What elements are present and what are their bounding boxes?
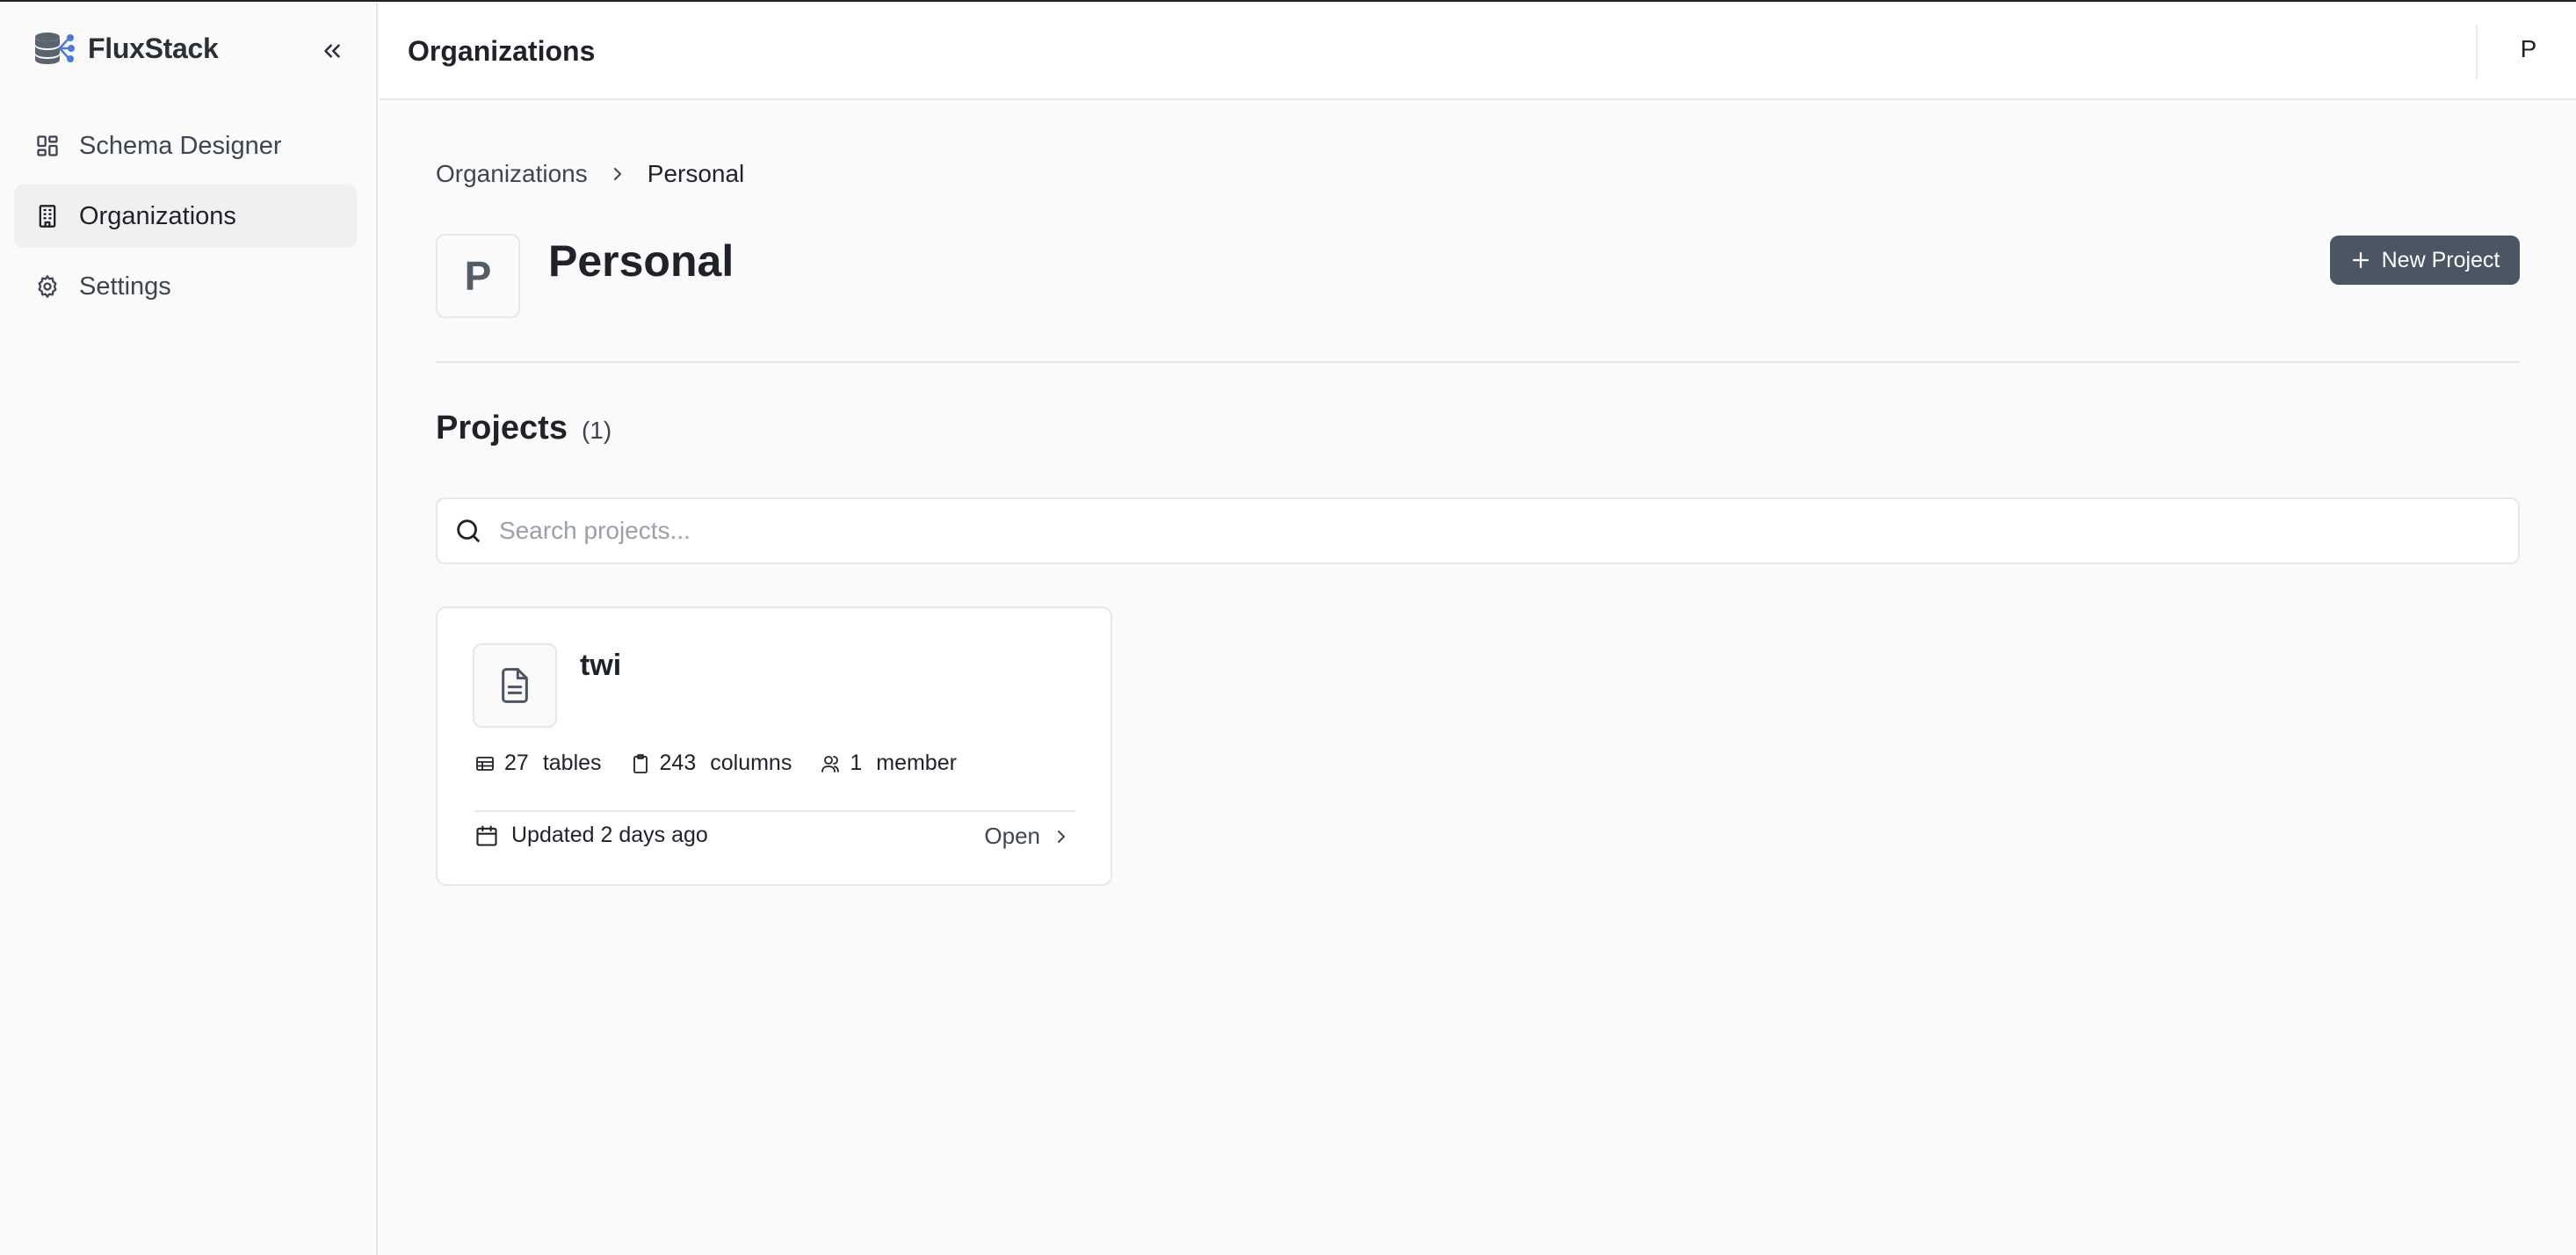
projects-count: (1) <box>581 417 612 444</box>
sidebar-item-label: Organizations <box>79 201 236 230</box>
app-window: FluxStack Schema Designer Organizations … <box>0 0 2576 1255</box>
top-header: Organizations P <box>380 2 2576 100</box>
tables-stat: 27 tables <box>474 751 602 776</box>
gear-icon <box>38 275 57 298</box>
brand-logo[interactable]: FluxStack <box>32 30 219 67</box>
new-project-button[interactable]: New Project <box>2330 236 2520 285</box>
open-label: Open <box>984 823 1040 849</box>
calendar-icon <box>476 824 497 846</box>
columns-label: columns <box>710 751 792 775</box>
tables-label: tables <box>542 751 602 775</box>
tables-count: 27 <box>504 751 529 775</box>
layout-grid-icon <box>37 135 58 156</box>
chevron-right-icon <box>613 168 621 180</box>
file-text-icon <box>502 668 528 703</box>
plus-icon <box>2352 251 2369 269</box>
sidebar-item-settings[interactable]: Settings <box>14 255 357 318</box>
section-divider <box>436 361 2520 363</box>
table-icon <box>476 756 494 771</box>
org-avatar: P <box>436 234 520 318</box>
database-logo-icon <box>35 33 75 64</box>
sidebar-item-schema-designer[interactable]: Schema Designer <box>14 114 357 178</box>
page-title: Personal <box>548 236 734 286</box>
open-project-link[interactable]: Open <box>984 823 1072 850</box>
brand-name: FluxStack <box>88 32 219 64</box>
new-project-label: New Project <box>2381 247 2500 272</box>
project-stats: 27 tables 243 columns 1 member <box>474 751 985 776</box>
members-label: member <box>876 751 957 775</box>
project-icon <box>473 643 557 728</box>
members-stat: 1 member <box>820 751 957 776</box>
sidebar-item-label: Schema Designer <box>79 131 282 160</box>
user-avatar[interactable]: P <box>2511 35 2546 63</box>
sidebar-item-organizations[interactable]: Organizations <box>14 185 357 248</box>
updated-info: Updated 2 days ago <box>474 823 708 848</box>
header-title: Organizations <box>408 35 596 67</box>
collapse-sidebar-button[interactable] <box>316 35 348 67</box>
clipboard-icon <box>633 753 648 773</box>
sidebar-item-label: Settings <box>79 272 171 301</box>
breadcrumb-organizations-link[interactable]: Organizations <box>436 160 588 188</box>
sidebar-nav: Schema Designer Organizations Settings <box>14 114 357 325</box>
chevron-right-icon <box>1058 830 1065 843</box>
projects-title: Projects <box>436 410 568 446</box>
card-divider <box>474 810 1075 812</box>
search-input[interactable] <box>499 499 2518 562</box>
search-icon <box>457 519 480 542</box>
users-icon <box>821 755 840 773</box>
updated-text: Updated 2 days ago <box>511 823 708 847</box>
breadcrumb: Organizations Personal <box>436 160 744 188</box>
columns-stat: 243 columns <box>630 751 792 776</box>
columns-count: 243 <box>659 751 697 775</box>
members-count: 1 <box>850 751 863 775</box>
project-search <box>436 497 2520 564</box>
chevrons-left-icon <box>324 44 340 58</box>
projects-heading: Projects (1) <box>436 410 611 447</box>
breadcrumb-current: Personal <box>647 160 745 187</box>
project-card[interactable]: twi 27 tables 243 columns 1 member Updat… <box>436 606 1112 886</box>
sidebar: FluxStack Schema Designer Organizations … <box>0 2 378 1255</box>
header-divider <box>2476 25 2478 79</box>
main-content: Organizations Personal P Personal New Pr… <box>380 100 2576 1255</box>
building-icon <box>39 205 56 228</box>
project-name: twi <box>580 649 622 682</box>
